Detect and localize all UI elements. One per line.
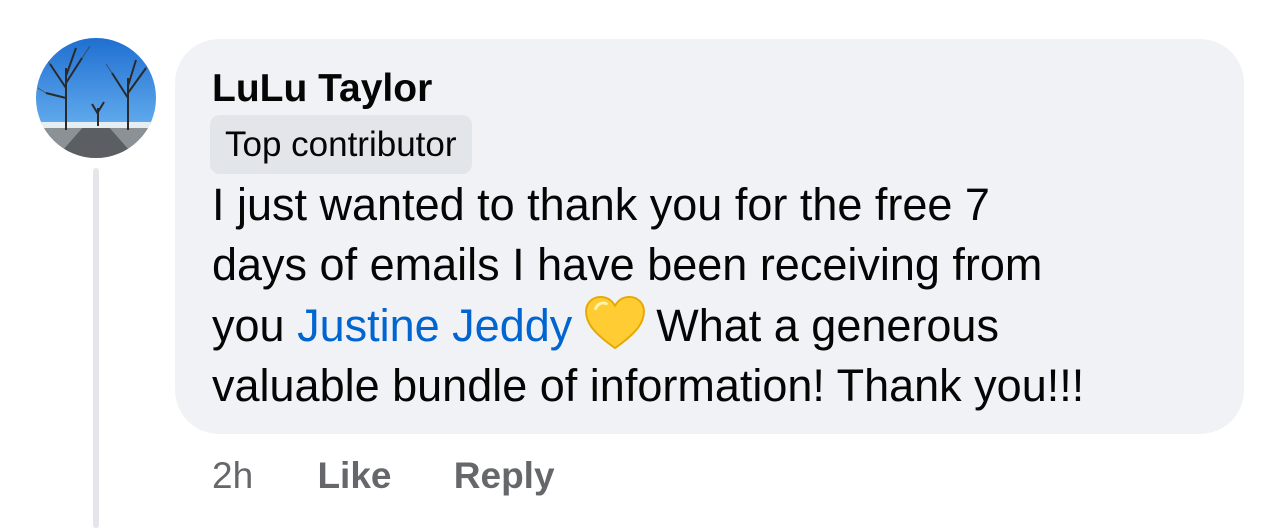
comment-author[interactable]: LuLu Taylor — [212, 65, 432, 113]
comment-actions: 2h Like Reply — [212, 449, 555, 503]
comment-text-line: I just wanted to thank you for the free … — [212, 179, 990, 230]
avatar[interactable] — [36, 38, 156, 158]
top-contributor-badge: Top contributor — [210, 115, 472, 174]
comment-text-segment: What a generous — [656, 300, 999, 351]
comment-text-line: valuable bundle of information! Thank yo… — [212, 360, 1085, 411]
comment-text-line: you Justine Jeddy What a generous — [212, 295, 1222, 356]
comment-text-line: days of emails I have been receiving fro… — [212, 239, 1043, 290]
thread-line — [93, 168, 99, 528]
like-button[interactable]: Like — [317, 449, 391, 503]
mention-link[interactable]: Justine Jeddy — [297, 300, 572, 351]
yellow-heart-icon — [585, 295, 646, 350]
comment-text-segment: you — [212, 300, 285, 351]
comment-text: I just wanted to thank you for the free … — [212, 175, 1222, 416]
avatar-image — [36, 38, 156, 158]
reply-button[interactable]: Reply — [454, 449, 555, 503]
comment-timestamp[interactable]: 2h — [212, 449, 253, 503]
